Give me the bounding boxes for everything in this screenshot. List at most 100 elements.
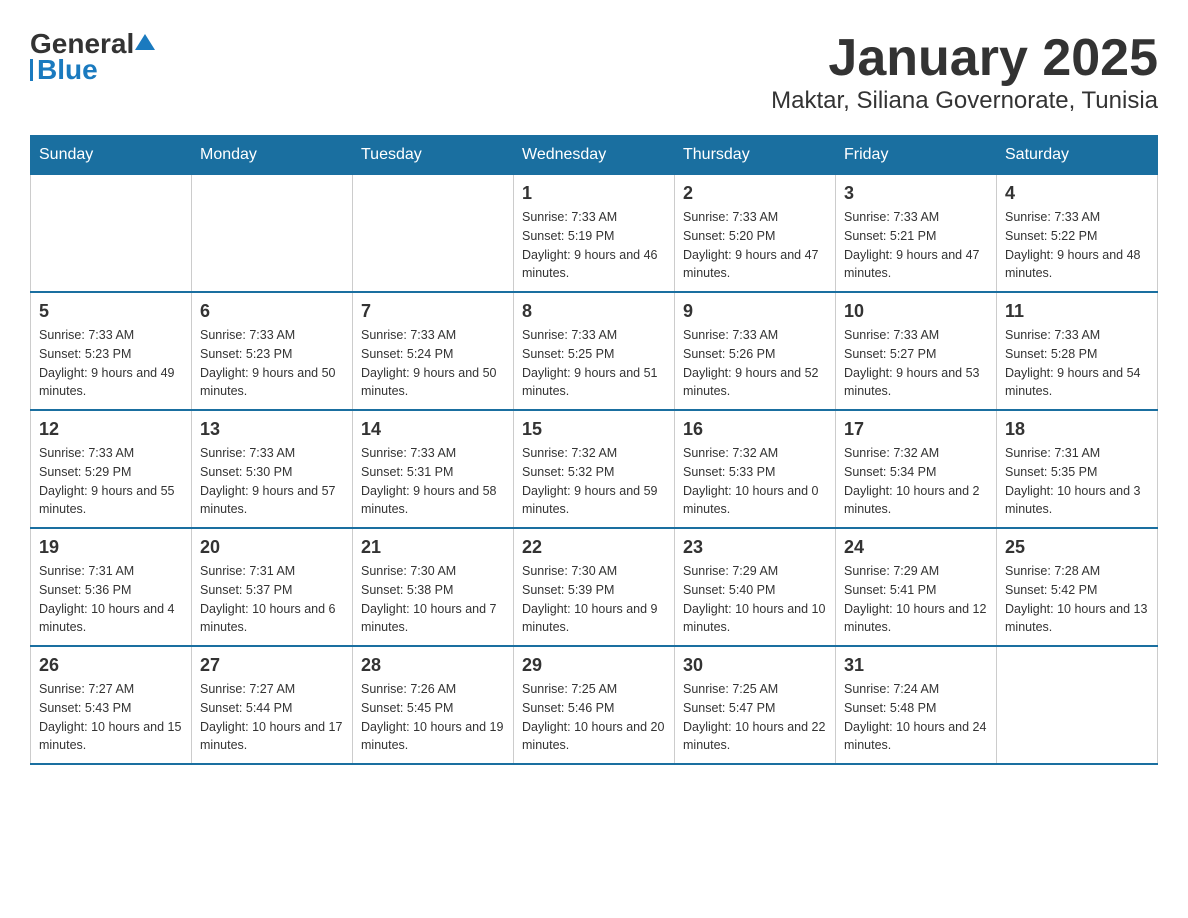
day-of-week-header: Sunday [31,136,192,175]
calendar-day-cell: 31 Sunrise: 7:24 AMSunset: 5:48 PMDayligh… [836,646,997,764]
day-info: Sunrise: 7:33 AMSunset: 5:20 PMDaylight:… [683,208,827,283]
title-section: January 2025 Maktar, Siliana Governorate… [771,30,1158,115]
day-info: Sunrise: 7:28 AMSunset: 5:42 PMDaylight:… [1005,562,1149,637]
day-info: Sunrise: 7:31 AMSunset: 5:36 PMDaylight:… [39,562,183,637]
day-info: Sunrise: 7:32 AMSunset: 5:32 PMDaylight:… [522,444,666,519]
calendar-day-cell: 25 Sunrise: 7:28 AMSunset: 5:42 PMDayligh… [997,528,1158,646]
calendar-day-cell: 13Sunrise: 7:33 AMSunset: 5:30 PMDayligh… [192,410,353,528]
day-number: 15 [522,419,666,440]
day-number: 3 [844,183,988,204]
day-info: Sunrise: 7:24 AMSunset: 5:48 PMDaylight:… [844,680,988,755]
calendar-day-cell: 24 Sunrise: 7:29 AMSunset: 5:41 PMDayligh… [836,528,997,646]
calendar-day-cell [997,646,1158,764]
day-info: Sunrise: 7:33 AMSunset: 5:21 PMDaylight:… [844,208,988,283]
day-info: Sunrise: 7:32 AMSunset: 5:33 PMDaylight:… [683,444,827,519]
calendar-day-cell: 6 Sunrise: 7:33 AMSunset: 5:23 PMDaylight… [192,292,353,410]
calendar-body: 1 Sunrise: 7:33 AMSunset: 5:19 PMDaylight… [31,175,1158,765]
day-info: Sunrise: 7:31 AMSunset: 5:35 PMDaylight:… [1005,444,1149,519]
calendar-subtitle: Maktar, Siliana Governorate, Tunisia [771,87,1158,115]
calendar-day-cell [31,175,192,293]
day-number: 25 [1005,537,1149,558]
logo: General Blue [30,30,155,84]
calendar-week-row: 19 Sunrise: 7:31 AMSunset: 5:36 PMDayligh… [31,528,1158,646]
calendar-week-row: 1 Sunrise: 7:33 AMSunset: 5:19 PMDaylight… [31,175,1158,293]
calendar-day-cell: 5Sunrise: 7:33 AMSunset: 5:23 PMDaylight… [31,292,192,410]
day-of-week-header: Monday [192,136,353,175]
calendar-day-cell: 12 Sunrise: 7:33 AMSunset: 5:29 PMDayligh… [31,410,192,528]
calendar-title: January 2025 [771,30,1158,87]
day-number: 30 [683,655,827,676]
calendar-day-cell: 8 Sunrise: 7:33 AMSunset: 5:25 PMDaylight… [514,292,675,410]
day-number: 28 [361,655,505,676]
logo-triangle-icon [135,32,155,52]
calendar-day-cell: 16 Sunrise: 7:32 AMSunset: 5:33 PMDayligh… [675,410,836,528]
day-number: 8 [522,301,666,322]
day-number: 19 [39,537,183,558]
day-number: 16 [683,419,827,440]
day-info: Sunrise: 7:30 AMSunset: 5:38 PMDaylight:… [361,562,505,637]
day-info: Sunrise: 7:30 AMSunset: 5:39 PMDaylight:… [522,562,666,637]
day-info: Sunrise: 7:25 AMSunset: 5:46 PMDaylight:… [522,680,666,755]
day-info: Sunrise: 7:33 AMSunset: 5:19 PMDaylight:… [522,208,666,283]
day-number: 26 [39,655,183,676]
day-number: 10 [844,301,988,322]
day-number: 24 [844,537,988,558]
day-info: Sunrise: 7:27 AMSunset: 5:44 PMDaylight:… [200,680,344,755]
day-info: Sunrise: 7:33 AMSunset: 5:28 PMDaylight:… [1005,326,1149,401]
calendar-day-cell: 29 Sunrise: 7:25 AMSunset: 5:46 PMDayligh… [514,646,675,764]
day-of-week-header: Wednesday [514,136,675,175]
calendar-day-cell: 4Sunrise: 7:33 AMSunset: 5:22 PMDaylight… [997,175,1158,293]
day-number: 20 [200,537,344,558]
day-info: Sunrise: 7:33 AMSunset: 5:31 PMDaylight:… [361,444,505,519]
day-number: 5 [39,301,183,322]
calendar-day-cell [192,175,353,293]
logo-text-blue: Blue [37,56,98,84]
day-number: 2 [683,183,827,204]
calendar-day-cell: 27 Sunrise: 7:27 AMSunset: 5:44 PMDayligh… [192,646,353,764]
days-of-week-row: SundayMondayTuesdayWednesdayThursdayFrid… [31,136,1158,175]
day-info: Sunrise: 7:29 AMSunset: 5:41 PMDaylight:… [844,562,988,637]
day-number: 27 [200,655,344,676]
day-number: 29 [522,655,666,676]
calendar-day-cell: 17Sunrise: 7:32 AMSunset: 5:34 PMDayligh… [836,410,997,528]
calendar-day-cell: 1 Sunrise: 7:33 AMSunset: 5:19 PMDaylight… [514,175,675,293]
calendar-header: SundayMondayTuesdayWednesdayThursdayFrid… [31,136,1158,175]
calendar-day-cell: 7 Sunrise: 7:33 AMSunset: 5:24 PMDaylight… [353,292,514,410]
day-of-week-header: Friday [836,136,997,175]
day-info: Sunrise: 7:33 AMSunset: 5:24 PMDaylight:… [361,326,505,401]
calendar-day-cell: 23 Sunrise: 7:29 AMSunset: 5:40 PMDayligh… [675,528,836,646]
day-info: Sunrise: 7:33 AMSunset: 5:29 PMDaylight:… [39,444,183,519]
day-number: 14 [361,419,505,440]
day-info: Sunrise: 7:33 AMSunset: 5:30 PMDaylight:… [200,444,344,519]
calendar-day-cell: 10Sunrise: 7:33 AMSunset: 5:27 PMDayligh… [836,292,997,410]
day-of-week-header: Saturday [997,136,1158,175]
day-number: 23 [683,537,827,558]
day-info: Sunrise: 7:33 AMSunset: 5:23 PMDaylight:… [200,326,344,401]
calendar-day-cell: 3 Sunrise: 7:33 AMSunset: 5:21 PMDaylight… [836,175,997,293]
day-info: Sunrise: 7:29 AMSunset: 5:40 PMDaylight:… [683,562,827,637]
calendar-day-cell: 21 Sunrise: 7:30 AMSunset: 5:38 PMDayligh… [353,528,514,646]
day-info: Sunrise: 7:33 AMSunset: 5:25 PMDaylight:… [522,326,666,401]
calendar-week-row: 5 Sunrise: 7:33 AMSunset: 5:23 PMDaylight… [31,292,1158,410]
day-info: Sunrise: 7:33 AMSunset: 5:22 PMDaylight:… [1005,208,1149,283]
day-info: Sunrise: 7:26 AMSunset: 5:45 PMDaylight:… [361,680,505,755]
day-info: Sunrise: 7:25 AMSunset: 5:47 PMDaylight:… [683,680,827,755]
day-number: 6 [200,301,344,322]
day-number: 1 [522,183,666,204]
calendar-day-cell: 14 Sunrise: 7:33 AMSunset: 5:31 PMDayligh… [353,410,514,528]
calendar-day-cell: 2 Sunrise: 7:33 AMSunset: 5:20 PMDaylight… [675,175,836,293]
day-number: 21 [361,537,505,558]
day-number: 7 [361,301,505,322]
calendar-day-cell: 26Sunrise: 7:27 AMSunset: 5:43 PMDayligh… [31,646,192,764]
day-number: 31 [844,655,988,676]
calendar-week-row: 26Sunrise: 7:27 AMSunset: 5:43 PMDayligh… [31,646,1158,764]
page-header: General Blue January 2025 Maktar, Silian… [30,30,1158,115]
day-number: 17 [844,419,988,440]
day-of-week-header: Tuesday [353,136,514,175]
day-number: 22 [522,537,666,558]
calendar-day-cell: 22 Sunrise: 7:30 AMSunset: 5:39 PMDayligh… [514,528,675,646]
day-number: 12 [39,419,183,440]
day-number: 9 [683,301,827,322]
day-number: 18 [1005,419,1149,440]
day-of-week-header: Thursday [675,136,836,175]
